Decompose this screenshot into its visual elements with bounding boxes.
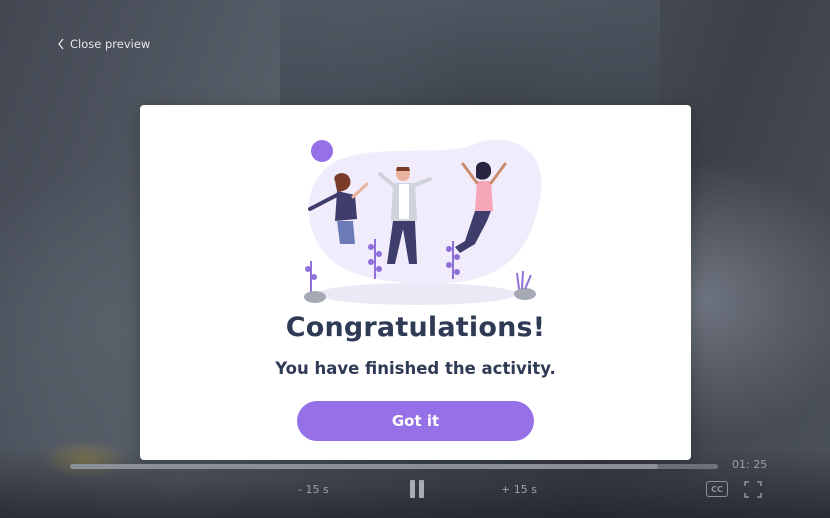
chevron-left-icon — [58, 38, 64, 50]
modal-title: Congratulations! — [285, 312, 546, 343]
pause-icon-bar — [419, 480, 424, 498]
closed-captions-button[interactable]: CC — [706, 481, 728, 497]
close-preview-label: Close preview — [70, 37, 151, 51]
forward-button[interactable]: + 15 s — [501, 483, 537, 496]
closed-captions-icon: CC — [711, 484, 723, 494]
time-display: 01: 25 — [732, 458, 768, 471]
progress-fill — [70, 464, 658, 469]
completion-modal: Congratulations! You have finished the a… — [140, 105, 691, 460]
modal-subtitle: You have finished the activity. — [275, 359, 556, 378]
celebration-illustration — [304, 139, 542, 305]
pause-icon — [410, 480, 415, 498]
rewind-button[interactable]: - 15 s — [298, 483, 329, 496]
pause-button[interactable] — [408, 480, 426, 500]
close-preview-link[interactable]: Close preview — [57, 35, 150, 53]
got-it-button[interactable]: Got it — [297, 401, 534, 441]
progress-bar[interactable] — [70, 464, 718, 469]
fullscreen-icon[interactable] — [744, 481, 762, 498]
